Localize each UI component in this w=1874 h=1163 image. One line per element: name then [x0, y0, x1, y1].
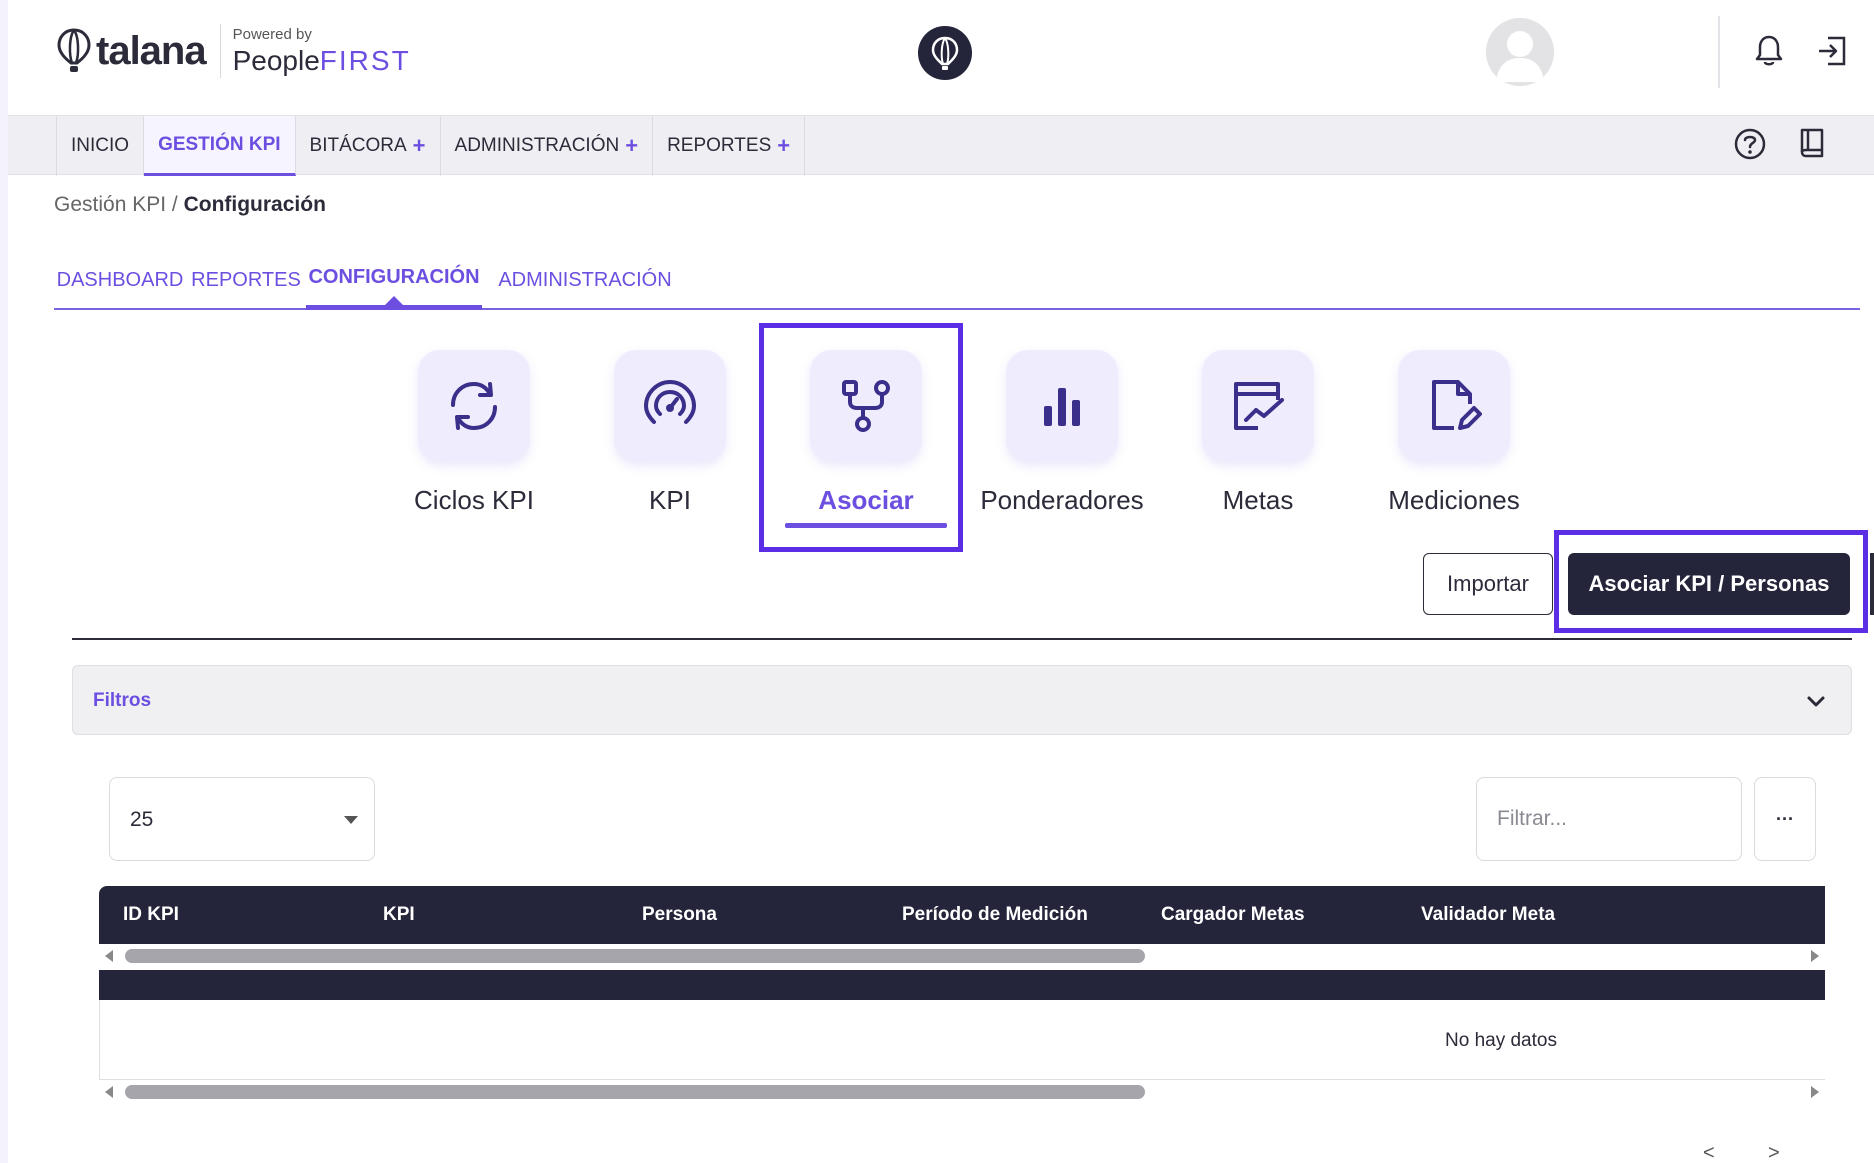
more-options-button[interactable]: ···	[1754, 777, 1816, 861]
scroll-left-icon[interactable]	[105, 950, 113, 962]
card-label: Ciclos KPI	[414, 485, 534, 515]
breadcrumb-separator: /	[166, 193, 184, 216]
offscreen-button-edge	[1870, 553, 1874, 615]
notifications-bell-icon[interactable]	[1754, 34, 1784, 73]
card-ciclos-kpi[interactable]: Ciclos KPI	[379, 345, 569, 525]
column-header-id-kpi[interactable]: ID KPI	[123, 904, 179, 926]
logo-wordmark: talana	[96, 28, 207, 73]
card-label: KPI	[649, 485, 691, 515]
manual-book-icon[interactable]	[1796, 126, 1828, 167]
main-navigation: INICIO GESTIÓN KPI BITÁCORA + ADMINISTRAC…	[8, 115, 1874, 176]
scroll-right-icon[interactable]	[1811, 1086, 1819, 1098]
scrollbar-thumb[interactable]	[125, 1085, 1145, 1099]
logo-separator	[219, 24, 221, 78]
brand-people: People	[232, 44, 320, 76]
filters-accordion[interactable]: Filtros	[72, 665, 1852, 735]
user-avatar[interactable]	[1486, 18, 1554, 86]
column-header-cargador-metas[interactable]: Cargador Metas	[1161, 904, 1305, 926]
trend-chart-icon	[1202, 350, 1314, 462]
app-header: talana Powered by PeopleFIRST	[8, 0, 1874, 115]
talana-logo[interactable]: talana Powered by PeopleFIRST	[56, 24, 411, 78]
breadcrumb-current: Configuración	[183, 193, 326, 216]
gauge-icon	[614, 350, 726, 462]
nav-gestion-kpi[interactable]: GESTIÓN KPI	[144, 116, 296, 176]
app-window: talana Powered by PeopleFIRST INICIO GES…	[8, 0, 1874, 1163]
nav-label: ADMINISTRACIÓN	[454, 135, 620, 156]
filters-label: Filtros	[93, 690, 152, 711]
card-label: Metas	[1222, 485, 1294, 515]
balloon-logo-icon	[57, 28, 91, 72]
page-size-value: 25	[130, 808, 154, 831]
peoplefirst-brand: PeopleFIRST	[233, 45, 411, 77]
scroll-right-icon[interactable]	[1811, 950, 1819, 962]
tab-label: DASHBOARD	[56, 268, 184, 291]
tab-reportes[interactable]: REPORTES	[191, 250, 301, 310]
card-mediciones[interactable]: Mediciones	[1359, 345, 1549, 525]
associate-kpi-persons-button[interactable]: Asociar KPI / Personas	[1568, 553, 1850, 615]
tab-dashboard[interactable]: DASHBOARD	[54, 250, 186, 310]
table-body: No hay datos	[99, 1000, 1825, 1080]
refresh-cycle-icon	[418, 350, 530, 462]
card-ponderadores[interactable]: Ponderadores	[967, 345, 1157, 525]
nav-label: REPORTES	[667, 135, 772, 156]
page-size-select[interactable]: 25	[109, 777, 375, 861]
brand-first: FIRST	[319, 44, 411, 76]
nav-bitacora[interactable]: BITÁCORA +	[296, 116, 441, 176]
nav-reportes[interactable]: REPORTES +	[653, 116, 806, 176]
nav-label: GESTIÓN KPI	[158, 133, 281, 155]
horizontal-scrollbar-top[interactable]	[99, 944, 1825, 968]
bar-chart-icon	[1006, 350, 1118, 462]
scroll-left-icon[interactable]	[105, 1086, 113, 1098]
user-silhouette-icon	[1486, 18, 1554, 86]
header-divider	[1718, 16, 1720, 88]
column-header-validador-meta[interactable]: Validador Meta	[1421, 904, 1555, 926]
company-balloon-icon[interactable]	[918, 26, 972, 80]
card-label: Mediciones	[1388, 485, 1520, 515]
tab-configuracion[interactable]: CONFIGURACIÓN	[306, 250, 482, 310]
section-divider	[72, 638, 1852, 640]
nav-label: BITÁCORA	[309, 135, 407, 156]
document-edit-icon	[1398, 350, 1510, 462]
balloon-icon	[931, 36, 959, 70]
caret-down-icon	[344, 816, 358, 824]
pagination-prev[interactable]: <	[1703, 1142, 1715, 1163]
import-button[interactable]: Importar	[1423, 553, 1553, 615]
breadcrumb-parent[interactable]: Gestión KPI	[54, 193, 166, 216]
column-header-persona[interactable]: Persona	[642, 904, 717, 926]
pagination-next[interactable]: >	[1768, 1142, 1780, 1163]
nav-administracion[interactable]: ADMINISTRACIÓN +	[441, 116, 654, 176]
table-header: ID KPI KPI Persona Período de Medición C…	[99, 886, 1825, 944]
horizontal-scrollbar-bottom[interactable]	[99, 1080, 1825, 1104]
powered-by-block: Powered by PeopleFIRST	[233, 26, 411, 77]
column-header-kpi[interactable]: KPI	[383, 904, 415, 926]
table-body-header	[99, 970, 1825, 1000]
module-tabs: DASHBOARD REPORTES CONFIGURACIÓN ADMINIS…	[54, 250, 1860, 310]
table-filter-input[interactable]	[1476, 777, 1742, 861]
scrollbar-thumb[interactable]	[125, 949, 1145, 963]
nav-label: INICIO	[71, 135, 130, 156]
chevron-down-icon	[1805, 690, 1827, 717]
help-circle-icon[interactable]	[1732, 126, 1768, 167]
empty-table-message: No hay datos	[1445, 1030, 1557, 1051]
nav-inicio[interactable]: INICIO	[56, 116, 145, 176]
plus-icon: +	[625, 133, 639, 158]
card-metas[interactable]: Metas	[1163, 345, 1353, 525]
tab-label: CONFIGURACIÓN	[308, 266, 480, 288]
card-kpi[interactable]: KPI	[575, 345, 765, 525]
tab-label: ADMINISTRACIÓN	[498, 268, 672, 291]
column-header-periodo[interactable]: Período de Medición	[902, 904, 1088, 926]
logout-icon[interactable]	[1816, 34, 1848, 73]
tab-administracion[interactable]: ADMINISTRACIÓN	[490, 250, 680, 310]
plus-icon: +	[412, 133, 426, 158]
breadcrumb: Gestión KPI / Configuración	[54, 193, 326, 217]
plus-icon: +	[777, 133, 791, 158]
card-label: Ponderadores	[980, 485, 1144, 515]
powered-by-text: Powered by	[232, 25, 312, 43]
asociar-highlight-box	[759, 323, 963, 552]
tab-label: REPORTES	[191, 268, 301, 291]
